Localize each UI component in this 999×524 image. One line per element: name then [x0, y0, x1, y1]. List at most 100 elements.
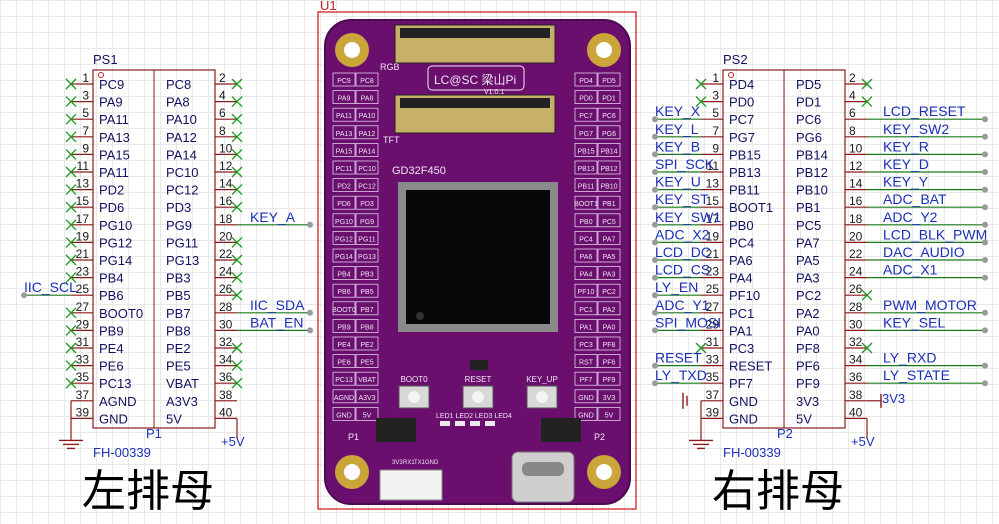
pin-number: 32 [849, 335, 863, 349]
pin-name: PG10 [99, 218, 132, 233]
silk-pin-label: RST [579, 360, 594, 367]
uart-connector [379, 469, 443, 501]
pin-number: 20 [849, 229, 863, 243]
silk-pin-label: A3V3 [358, 395, 375, 402]
pin-name: PC6 [796, 112, 821, 127]
button-cap[interactable] [472, 391, 484, 403]
pin-number: 28 [849, 300, 863, 314]
net-junction [982, 186, 988, 193]
pin-number: 36 [849, 370, 863, 384]
silk-pin-label: PG13 [358, 254, 376, 261]
silk-pin-label: PD6 [337, 201, 351, 208]
silk-pin-label: PC4 [579, 236, 593, 243]
pin-number: 16 [219, 194, 233, 208]
net-label: KEY_B [655, 138, 700, 154]
pin-number: 16 [849, 194, 863, 208]
pin-name: PC13 [99, 376, 132, 391]
pin-name: PD6 [99, 200, 124, 215]
net-label: LY_STATE [883, 367, 950, 383]
pin-number: 27 [76, 300, 90, 314]
pin-number: 14 [849, 177, 863, 191]
pin-name: PB13 [729, 165, 761, 180]
pin-number: 7 [82, 124, 89, 138]
silk-pin-label: PA0 [603, 324, 616, 331]
pin-number: 34 [219, 353, 233, 367]
silk-pin-label: PA11 [336, 113, 352, 120]
silk-pin-label: PA7 [603, 236, 616, 243]
pin-number: 10 [219, 141, 233, 155]
right-caption: 右排母 [712, 467, 844, 516]
net-junction [307, 327, 313, 334]
mounting-hole-center [596, 464, 612, 480]
pin-name: PA7 [796, 235, 820, 250]
net-label: LCD_DC [655, 244, 711, 260]
fpc-latch [400, 28, 550, 38]
right-3v3-net: 3V3 [882, 391, 905, 406]
pin-number: 14 [219, 177, 233, 191]
mounting-hole-center [344, 42, 360, 58]
schematic-canvas: PS1 PS2 U1 FH-00339 FH-00339 P1 P2 +5V +… [0, 0, 999, 519]
silk-pin-label: PG12 [335, 236, 353, 243]
pin-name: PB10 [796, 183, 828, 198]
pin-name: PE6 [99, 359, 124, 374]
pin-name: PF9 [796, 376, 820, 391]
pin-name: PG6 [796, 130, 822, 145]
button-label: KEY_UP [526, 375, 558, 384]
silk-pin-label: PA15 [336, 148, 353, 155]
left-caption: 左排母 [82, 467, 214, 516]
pin-name: PC5 [796, 218, 821, 233]
net-junction [982, 133, 988, 140]
right-header-symbol: 1 PD4 2 PD5 3 PD0 4 PD1 5 PC7 6 PC6 7 PG7 8 PG6 9 PB15 10 P… [652, 69, 988, 450]
pin-name: PB8 [166, 323, 191, 338]
pin-name: PB5 [166, 288, 191, 303]
pin-number: 3 [712, 89, 719, 103]
pin-name: PC1 [729, 306, 754, 321]
net-label: KEY_X [655, 103, 701, 119]
net-label: LY_TXD [655, 367, 707, 383]
led [455, 421, 465, 426]
net-label: IIC_SDA [250, 297, 305, 313]
net-label: ADC_X1 [883, 262, 938, 278]
pin-name: PA11 [99, 112, 129, 127]
silk-pin-label: AGND [334, 395, 354, 402]
silk-pin-label: GND [336, 412, 352, 419]
pin-name: PB7 [166, 306, 191, 321]
led [470, 421, 480, 426]
pin-number: 4 [219, 89, 226, 103]
pin-number: 26 [219, 282, 233, 296]
silk-pin-label: PD5 [602, 78, 616, 85]
pin-name: BOOT0 [99, 306, 143, 321]
silk-pin-label: BOOT0 [332, 307, 356, 314]
pin-name: PB14 [796, 147, 828, 162]
net-label: DAC_AUDIO [883, 244, 965, 260]
pin-name: PB9 [99, 323, 124, 338]
pin-number: 25 [706, 282, 720, 296]
net-junction [982, 151, 988, 158]
button-cap[interactable] [536, 391, 548, 403]
silk-pin-label: PC2 [602, 289, 616, 296]
silk-pin-label: PA1 [580, 324, 593, 331]
silk-pin-label: PA10 [359, 113, 376, 120]
silk-pin-label: PC11 [336, 166, 353, 173]
pin-number: 4 [849, 89, 856, 103]
p2-silk-label: P2 [594, 432, 605, 442]
usb-c-connector [511, 451, 575, 503]
pin-number: 28 [219, 300, 233, 314]
net-label: KEY_U [655, 174, 701, 190]
pin-name: 5V [166, 411, 182, 426]
net-junction [982, 309, 988, 316]
fpc-latch [400, 98, 550, 108]
pin-number: 22 [849, 247, 863, 261]
button-cap[interactable] [408, 391, 420, 403]
pin-name: PC9 [99, 77, 124, 92]
p1-silk-label: P1 [348, 432, 359, 442]
pin-number: 13 [706, 177, 720, 191]
silk-pin-label: PD4 [579, 78, 593, 85]
net-label: IIC_SCL [24, 279, 77, 295]
pin-name: 3V3 [796, 394, 819, 409]
pin-number: 33 [706, 353, 720, 367]
pin-number: 29 [76, 317, 90, 331]
pin-name: PA4 [729, 271, 753, 286]
net-label: KEY_Y [883, 174, 929, 190]
pin-name: PA6 [729, 253, 753, 268]
